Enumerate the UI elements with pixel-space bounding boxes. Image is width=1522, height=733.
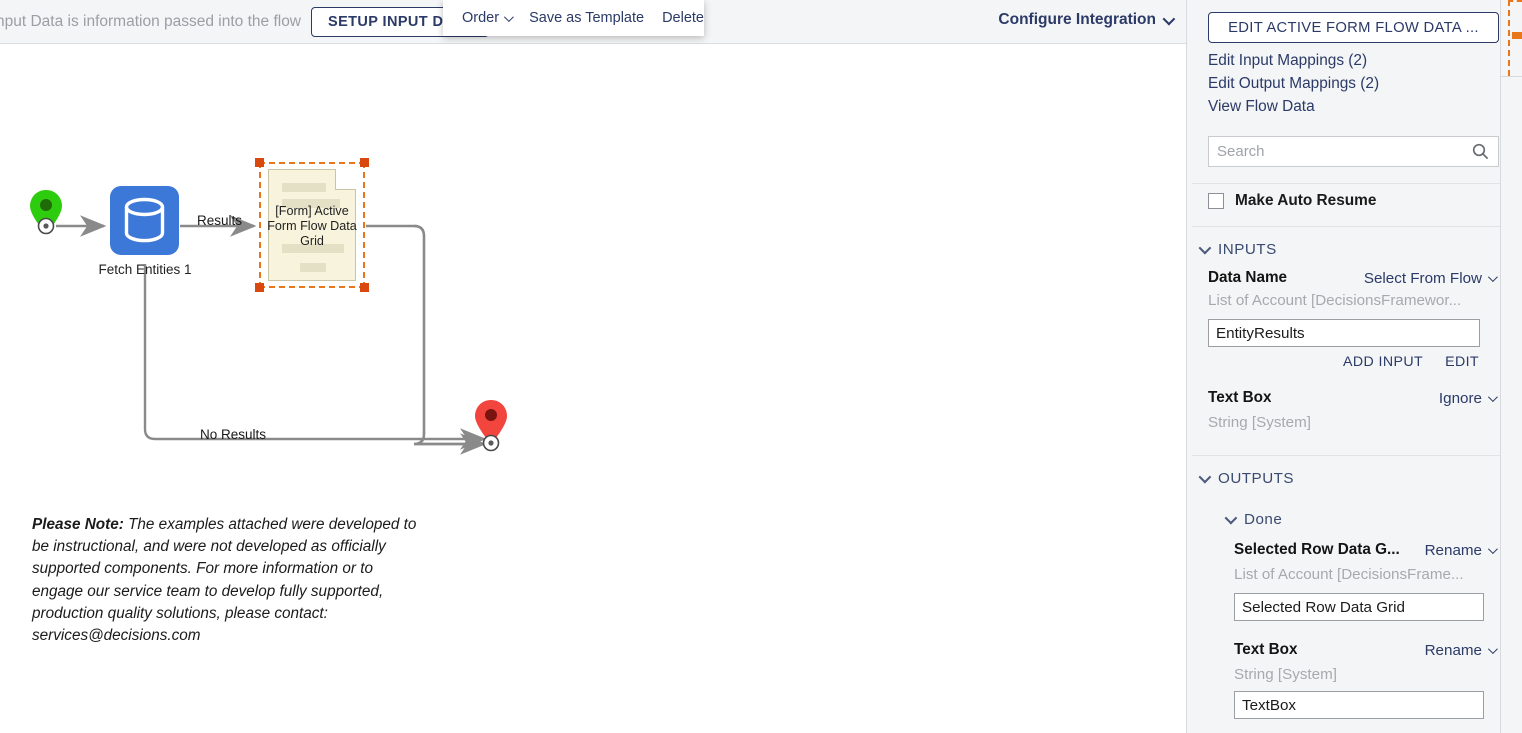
section-outputs-header[interactable]: OUTPUTS [1198, 470, 1295, 487]
search-field[interactable] [1208, 136, 1499, 167]
context-menu-delete-label: Delete [662, 10, 704, 26]
panel-divider [1192, 183, 1507, 184]
link-edit-output-mappings[interactable]: Edit Output Mappings (2) [1208, 75, 1379, 93]
chevron-down-icon [1487, 391, 1498, 402]
output-text-box-value[interactable]: TextBox [1234, 691, 1484, 719]
output-field-text-box: Text Box Rename [1234, 641, 1498, 659]
resize-handle-top-left[interactable] [255, 158, 264, 167]
output-selected-row-label: Selected Row Data G... [1234, 541, 1400, 558]
input-text-box-mapping-selector[interactable]: Ignore [1438, 389, 1498, 407]
search-input[interactable] [1209, 143, 1472, 160]
resize-handle-top-right[interactable] [360, 158, 369, 167]
input-data-hint-text: nput Data is information passed into the… [0, 12, 302, 30]
input-data-name-value[interactable]: EntityResults [1208, 319, 1480, 347]
properties-panel[interactable]: EDIT ACTIVE FORM FLOW DATA ... Edit Inpu… [1186, 0, 1522, 733]
resize-handle-bottom-left[interactable] [255, 283, 264, 292]
input-data-name-mapping-label: Select From Flow [1363, 269, 1482, 287]
output-text-box-rename[interactable]: Rename [1424, 641, 1498, 659]
properties-panel-content: EDIT ACTIVE FORM FLOW DATA ... Edit Inpu… [1187, 0, 1507, 733]
input-data-name-label: Data Name [1208, 269, 1288, 286]
selection-outline [259, 162, 365, 288]
section-inputs-label: INPUTS [1218, 241, 1277, 258]
configure-integration-button[interactable]: Configure Integration [998, 11, 1176, 29]
edit-active-form-flow-data-button[interactable]: EDIT ACTIVE FORM FLOW DATA ... [1208, 12, 1499, 43]
please-note-body: The examples attached were developed to … [32, 516, 417, 645]
context-menu-save-template-label: Save as Template [529, 10, 645, 26]
input-text-box-mapping-label: Ignore [1438, 389, 1482, 407]
input-data-name-mapping-selector[interactable]: Select From Flow [1363, 269, 1498, 287]
panel-divider [1501, 76, 1522, 77]
context-menu-order-label: Order [462, 10, 500, 26]
link-view-flow-data[interactable]: View Flow Data [1208, 98, 1315, 116]
output-text-box-rename-label: Rename [1424, 641, 1482, 659]
edge-label-no-results: No Results [200, 427, 267, 442]
link-edit-input-mappings[interactable]: Edit Input Mappings (2) [1208, 52, 1367, 70]
input-field-text-box: Text Box Ignore [1208, 389, 1498, 407]
output-selected-row-value[interactable]: Selected Row Data Grid [1234, 593, 1484, 621]
input-data-name-type: List of Account [DecisionsFramewor... [1208, 292, 1462, 309]
offscreen-selection-strip [1500, 0, 1522, 733]
panel-divider [1192, 226, 1507, 227]
node-fetch-entities-label: Fetch Entities 1 [98, 262, 192, 277]
section-inputs-header[interactable]: INPUTS [1198, 241, 1277, 258]
make-auto-resume-label: Make Auto Resume [1235, 192, 1377, 209]
configure-integration-label: Configure Integration [998, 11, 1156, 28]
chevron-down-icon [1162, 12, 1176, 25]
make-auto-resume-toggle[interactable]: Make Auto Resume [1208, 192, 1376, 210]
chevron-down-icon [1487, 643, 1498, 654]
panel-divider [1192, 455, 1507, 456]
please-note-text: Please Note: The examples attached were … [32, 514, 424, 647]
node-fetch-entities[interactable] [110, 186, 179, 255]
resize-handle-bottom-right[interactable] [360, 283, 369, 292]
add-input-button[interactable]: ADD INPUT [1343, 354, 1423, 370]
input-mini-actions[interactable]: ADD INPUT EDIT [1343, 354, 1479, 370]
chevron-down-icon [1198, 470, 1212, 484]
chevron-down-icon [1487, 271, 1498, 282]
edit-active-form-flow-data-label: EDIT ACTIVE FORM FLOW DATA ... [1228, 19, 1479, 36]
database-icon [124, 197, 165, 243]
resize-handle-clipped[interactable] [1512, 32, 1522, 39]
chevron-down-icon [1487, 543, 1498, 554]
chevron-down-icon [1224, 511, 1238, 525]
section-outputs-label: OUTPUTS [1218, 470, 1295, 487]
output-selected-row-rename-label: Rename [1424, 541, 1482, 559]
chevron-down-icon [1198, 241, 1212, 255]
outputs-group-done[interactable]: Done [1224, 511, 1283, 528]
node-active-form-flow-data-grid[interactable]: [Form] Active Form Flow Data Grid [255, 158, 369, 292]
output-text-box-type: String [System] [1234, 666, 1337, 683]
chevron-down-icon [504, 11, 514, 22]
edge-label-results: Results [197, 213, 243, 228]
please-note-prefix: Please Note: [32, 516, 124, 533]
output-selected-row-rename[interactable]: Rename [1424, 541, 1498, 559]
search-icon[interactable] [1472, 143, 1489, 160]
edit-input-button[interactable]: EDIT [1445, 354, 1479, 370]
outputs-group-done-label: Done [1244, 511, 1283, 528]
flow-designer-canvas[interactable]: Fetch Entities 1 [Form] Active Form Flow… [0, 44, 1186, 733]
output-text-box-label: Text Box [1234, 641, 1298, 658]
input-text-box-label: Text Box [1208, 389, 1272, 406]
input-text-box-type: String [System] [1208, 414, 1311, 431]
input-field-data-name: Data Name Select From Flow [1208, 269, 1498, 287]
output-field-selected-row: Selected Row Data G... Rename [1234, 541, 1498, 559]
make-auto-resume-checkbox[interactable] [1208, 193, 1224, 209]
output-selected-row-type: List of Account [DecisionsFrame... [1234, 566, 1464, 583]
node-context-menu[interactable]: Order Save as Template Delete [443, 0, 704, 36]
context-menu-item-delete[interactable]: Delete [653, 10, 713, 26]
context-menu-item-save-as-template[interactable]: Save as Template [520, 10, 653, 26]
context-menu-item-order[interactable]: Order [453, 10, 520, 26]
